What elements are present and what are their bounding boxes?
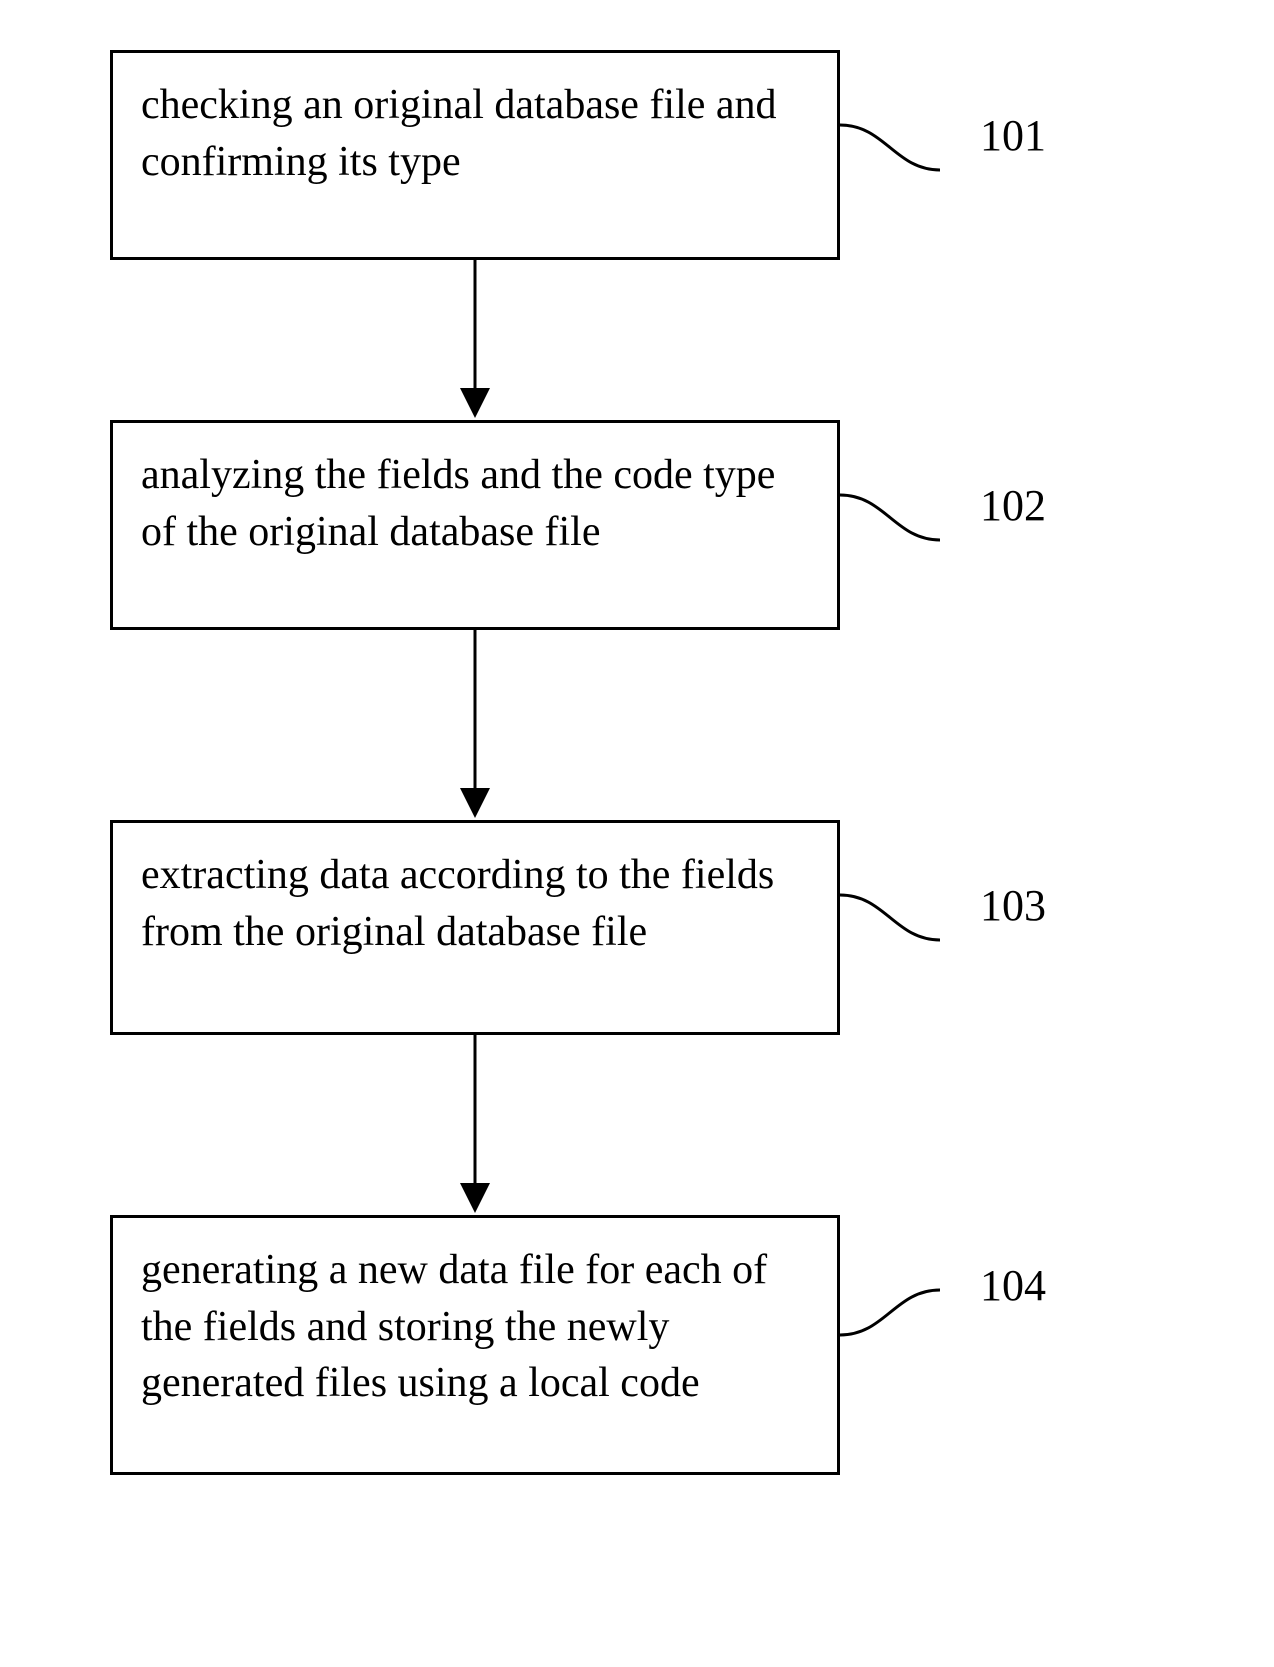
arrow-container — [110, 1035, 840, 1215]
flowchart-step-101: checking an original database file and c… — [110, 50, 840, 260]
step-label-101: 101 — [980, 110, 1046, 161]
arrow-down-icon — [445, 630, 505, 820]
arrow-down-icon — [445, 1035, 505, 1215]
arrow-container — [110, 260, 840, 420]
step-label-103: 103 — [980, 880, 1046, 931]
step-text: checking an original database file and c… — [141, 82, 777, 185]
flowchart-container: checking an original database file and c… — [110, 50, 1160, 1475]
step-text: generating a new data file for each of t… — [141, 1247, 767, 1406]
flowchart-step-103: extracting data according to the fields … — [110, 820, 840, 1035]
step-text: extracting data according to the fields … — [141, 852, 774, 955]
arrow-down-icon — [445, 260, 505, 420]
flowchart-step-104: generating a new data file for each of t… — [110, 1215, 840, 1475]
step-text: analyzing the fields and the code type o… — [141, 452, 775, 555]
flowchart-step-102: analyzing the fields and the code type o… — [110, 420, 840, 630]
step-label-102: 102 — [980, 480, 1046, 531]
step-label-104: 104 — [980, 1260, 1046, 1311]
arrow-container — [110, 630, 840, 820]
